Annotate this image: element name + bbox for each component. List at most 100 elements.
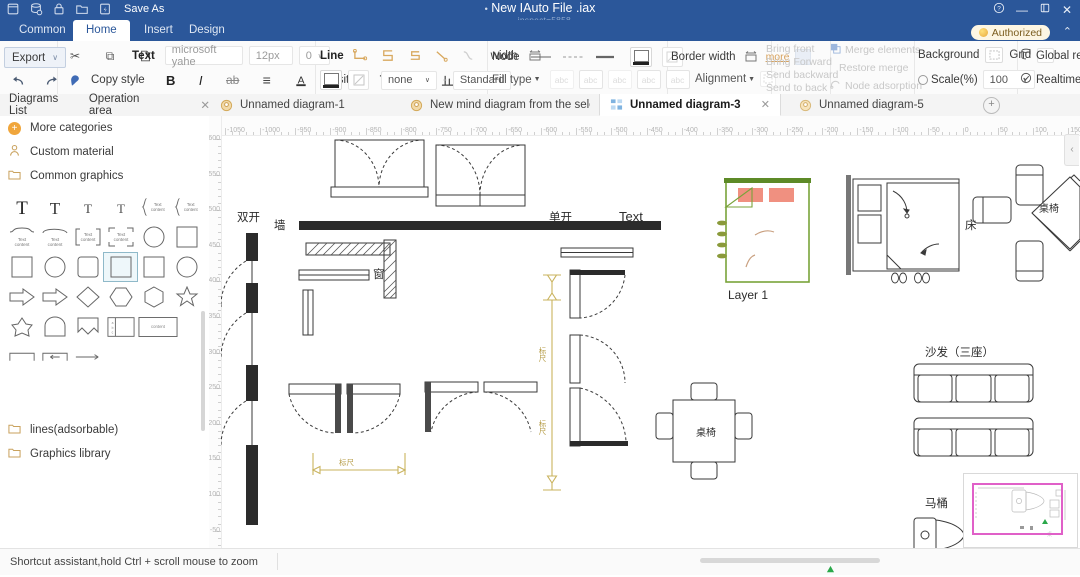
- font-color-icon[interactable]: A: [291, 70, 311, 90]
- close-button[interactable]: ✕: [1062, 3, 1072, 17]
- ribbon-tab-design[interactable]: Design: [176, 20, 238, 41]
- ribbon-tab-home[interactable]: Home: [73, 20, 130, 41]
- background-color-button[interactable]: [985, 47, 1004, 63]
- global-refresh-button[interactable]: Global refre: [1036, 50, 1080, 62]
- panel-tab-operation-area[interactable]: Operation area: [89, 93, 157, 117]
- panel-tab-diagrams-list[interactable]: Diagrams List: [9, 93, 71, 117]
- bring-front-button[interactable]: Bring front: [766, 43, 838, 55]
- shape-arrow-right-1[interactable]: [5, 283, 38, 311]
- shape-table-labeled[interactable]: content: [137, 313, 179, 341]
- shape-text-serif-large[interactable]: T: [5, 193, 38, 221]
- shape-arrow-right-2[interactable]: [38, 283, 71, 311]
- undo-icon[interactable]: [8, 71, 28, 91]
- line-arrow-start-select[interactable]: none ∨: [381, 70, 437, 90]
- panel-close-icon[interactable]: ✕: [200, 98, 210, 112]
- help-button[interactable]: ?: [993, 2, 1005, 17]
- line-style-curve-icon[interactable]: [459, 46, 479, 66]
- node-line-thick-icon[interactable]: [594, 47, 616, 67]
- shape-circle-1[interactable]: [137, 223, 170, 251]
- shape-circle-2[interactable]: [38, 253, 71, 281]
- document-tab-new-mind-diagram[interactable]: New mind diagram from the selectio: [400, 94, 600, 116]
- bold-button[interactable]: B: [161, 70, 181, 90]
- fill-swatch-2[interactable]: abc: [607, 70, 632, 89]
- background-label[interactable]: Background: [918, 49, 979, 61]
- shape-line-arrow-right[interactable]: [71, 343, 104, 371]
- shape-heptagon[interactable]: [137, 283, 170, 311]
- shape-rounded-rect[interactable]: [71, 253, 104, 281]
- canvas-area[interactable]: -1050 -1000 -950 -900 -850 -800 -750 -700 -650 -6…: [209, 116, 1080, 548]
- panel-collapse-button[interactable]: ‹: [1064, 134, 1079, 166]
- shape-brace-top-curly[interactable]: Text content: [5, 223, 38, 251]
- restore-merge-button[interactable]: Restore merge: [839, 62, 908, 74]
- line-style-zigzag2-icon[interactable]: [405, 46, 425, 66]
- shape-diamond[interactable]: [71, 283, 104, 311]
- sidebar-item-lines-adsorbable[interactable]: lines(adsorbable): [0, 418, 209, 442]
- shape-square-selected[interactable]: [103, 252, 138, 282]
- send-backward-button[interactable]: Send backward: [766, 69, 838, 81]
- merge-elements-button[interactable]: Merge elements: [845, 44, 920, 56]
- shape-rounded-arch[interactable]: [38, 313, 71, 341]
- shape-table-split[interactable]: abc: [104, 313, 137, 341]
- font-size-input[interactable]: 12px: [248, 46, 293, 65]
- fill-swatch-0[interactable]: abc: [549, 70, 574, 89]
- alignment-label[interactable]: Alignment: [695, 73, 746, 85]
- node-adsorption-button[interactable]: Node adsorption: [845, 80, 922, 92]
- copy-style-label[interactable]: Copy style: [91, 74, 145, 86]
- sidebar-item-custom-material[interactable]: Custom material: [0, 140, 209, 164]
- shape-star-irregular[interactable]: [5, 313, 38, 341]
- shape-star-5[interactable]: [170, 283, 203, 311]
- copy-icon[interactable]: ⧉: [100, 46, 120, 66]
- line-style-straight-icon[interactable]: [432, 46, 452, 66]
- node-line-solid-icon[interactable]: [530, 47, 552, 67]
- shape-line-bracket-1[interactable]: [5, 343, 38, 371]
- node-line-dashed-icon[interactable]: [562, 47, 584, 67]
- horizontal-scrollbar[interactable]: [700, 558, 880, 563]
- shape-square-3[interactable]: [137, 253, 170, 281]
- canvas-minimap[interactable]: 桌: [963, 473, 1078, 548]
- node-color-button[interactable]: [629, 47, 652, 67]
- chevron-down-icon[interactable]: ▼: [748, 76, 755, 83]
- text-align-icon[interactable]: ≡: [257, 70, 277, 90]
- strikethrough-button[interactable]: ab: [223, 70, 243, 90]
- shape-brace-left[interactable]: Text content: [170, 193, 203, 221]
- sidebar-item-graphics-library[interactable]: Graphics library: [0, 442, 209, 466]
- sidebar-scrollbar[interactable]: [201, 311, 205, 431]
- fill-type-label[interactable]: Fill type: [492, 74, 532, 86]
- minimap-viewport[interactable]: [972, 483, 1063, 535]
- shape-hexagon[interactable]: [104, 283, 137, 311]
- fill-swatch-3[interactable]: abc: [636, 70, 661, 89]
- scale-label[interactable]: Scale(%): [918, 74, 978, 86]
- shape-brace-top-round[interactable]: Text content: [38, 223, 71, 251]
- add-diagram-button[interactable]: +: [983, 97, 1000, 114]
- horizontal-ruler[interactable]: -1050 -1000 -950 -900 -850 -800 -750 -700 -650 -6…: [221, 116, 1080, 136]
- shape-circle-3[interactable]: [170, 253, 203, 281]
- shape-bracket-square[interactable]: Text content: [71, 223, 104, 251]
- border-width-icon[interactable]: [741, 47, 761, 67]
- document-tab-unnamed-diagram-1[interactable]: Unnamed diagram-1: [210, 94, 407, 116]
- authorized-badge[interactable]: Authorized: [970, 25, 1050, 40]
- ribbon-collapse-icon[interactable]: ⌃: [1063, 25, 1072, 38]
- document-tab-unnamed-diagram-5[interactable]: Unnamed diagram-5: [789, 94, 984, 116]
- fill-swatch-1[interactable]: abc: [578, 70, 603, 89]
- line-style-elbow-icon[interactable]: [351, 46, 371, 66]
- realtime-mode-button[interactable]: Realtime m: [1036, 74, 1080, 86]
- restore-button[interactable]: [1039, 2, 1051, 17]
- shape-text-serif-small[interactable]: T: [71, 193, 104, 221]
- shape-text-serif-medium[interactable]: T: [38, 193, 71, 221]
- shape-square-1[interactable]: [170, 223, 203, 251]
- shape-text-serif-xsmall[interactable]: T: [104, 193, 137, 221]
- cut-icon[interactable]: ✂: [65, 46, 85, 66]
- line-style-zigzag-icon[interactable]: [378, 46, 398, 66]
- document-tab-unnamed-diagram-3[interactable]: Unnamed diagram-3 ✕: [599, 94, 781, 116]
- ribbon-tab-common[interactable]: Common: [6, 20, 79, 41]
- shape-bracket-corners[interactable]: Text content: [104, 223, 137, 251]
- shape-notched-pentagon[interactable]: [71, 313, 104, 341]
- font-family-input[interactable]: microsoft yahe: [164, 44, 243, 68]
- line-color-button[interactable]: [320, 70, 342, 90]
- document-tab-close-icon[interactable]: ✕: [761, 98, 770, 111]
- scale-radio-icon[interactable]: [918, 74, 928, 85]
- drawing-stage[interactable]: 双开 单开 Text 墙 窗 Layer 1 床 桌椅 沙发（三座） 马桶 桌椅…: [221, 135, 1080, 548]
- sidebar-item-common-graphics[interactable]: Common graphics: [0, 164, 209, 188]
- bring-forward-button[interactable]: Bring Forward: [766, 56, 838, 68]
- minimize-button[interactable]: —: [1016, 3, 1028, 17]
